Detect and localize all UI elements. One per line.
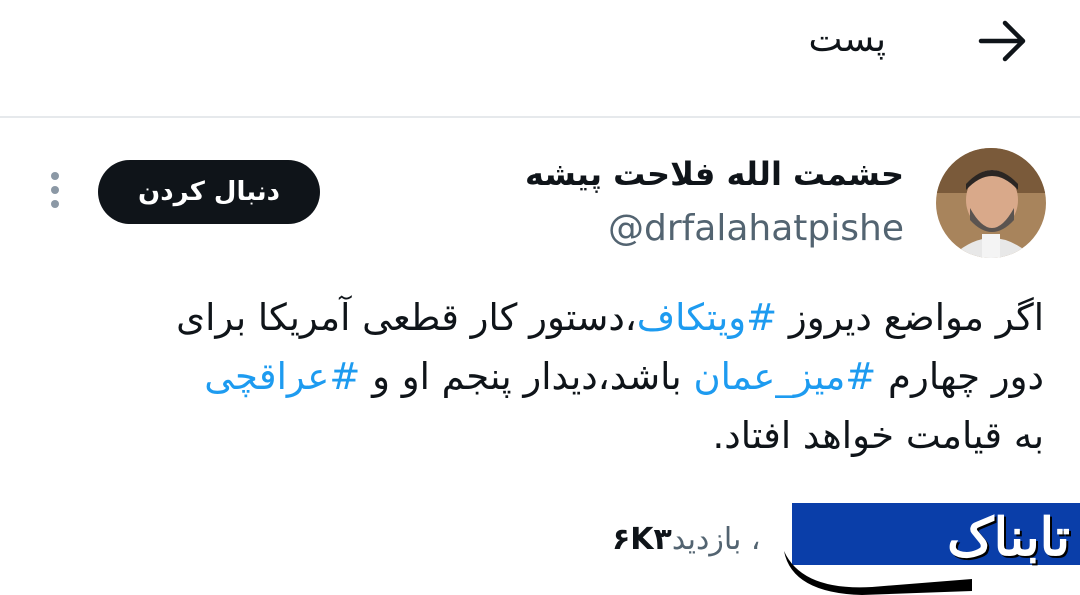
- watermark-text: تابناک: [947, 507, 1070, 568]
- watermark-logo: تابناک: [782, 503, 1080, 595]
- text-span: اگر مواضع دیروز: [777, 296, 1044, 339]
- hashtag-link[interactable]: #ویتکاف: [637, 296, 777, 339]
- hashtag-link[interactable]: #میز_عمان: [693, 355, 876, 398]
- text-span: دور چهارم: [876, 355, 1044, 398]
- tweet-text: اگر مواضع دیروز #ویتکاف،دستور کار قطعی آ…: [44, 288, 1044, 465]
- views-label: ، بازدید: [671, 522, 761, 557]
- text-span: به قیامت خواهد افتاد.: [712, 414, 1044, 457]
- text-span: ،دستور کار قطعی آمریکا برای: [176, 296, 637, 339]
- hashtag-link[interactable]: #عراقچی: [204, 355, 360, 398]
- tweet-line: اگر مواضع دیروز #ویتکاف،دستور کار قطعی آ…: [44, 288, 1044, 347]
- arrow-right-icon[interactable]: [975, 16, 1031, 66]
- page-title: پست: [808, 19, 886, 60]
- more-vertical-icon[interactable]: [44, 172, 66, 216]
- author-name[interactable]: حشمت الله فلاحت پیشه: [525, 150, 904, 198]
- top-bar: پست: [0, 0, 1080, 118]
- avatar[interactable]: [936, 148, 1046, 258]
- follow-button[interactable]: دنبال کردن: [98, 160, 320, 224]
- author-handle[interactable]: @drfalahatpishe: [608, 205, 904, 253]
- tweet-line: به قیامت خواهد افتاد.: [44, 406, 1044, 465]
- view-count: ، بازدید۶K۳: [612, 516, 761, 564]
- text-span: باشد،دیدار پنجم او و: [360, 355, 694, 398]
- views-number: ۶K۳: [612, 522, 672, 557]
- tweet-line: دور چهارم #میز_عمان باشد،دیدار پنجم او و…: [44, 347, 1044, 406]
